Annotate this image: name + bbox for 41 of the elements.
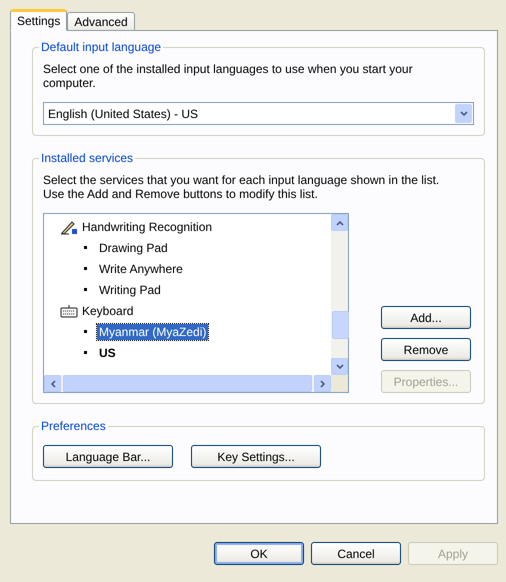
keyboard-icon [60, 304, 78, 318]
dialog-button[interactable]: Language Bar... [43, 445, 173, 468]
chevron-right-icon [320, 380, 326, 388]
chevron-down-icon [460, 110, 468, 116]
scroll-thumb[interactable] [332, 310, 349, 338]
bullet-icon [84, 351, 87, 354]
tree-category[interactable]: Handwriting Recognition [82, 220, 212, 234]
tab[interactable]: Advanced [67, 12, 135, 31]
description-text: Select one of the installed input languages to use when you start your computer. [43, 62, 414, 90]
tree-item[interactable]: US [97, 344, 118, 360]
bullet-icon [84, 330, 87, 333]
scroll-right-button[interactable] [314, 375, 331, 392]
dropdown-button[interactable] [455, 104, 472, 123]
tab[interactable]: Settings [10, 9, 68, 31]
pen-icon [60, 218, 78, 234]
tree-item[interactable]: Write Anywhere [97, 260, 185, 276]
scroll-up-button[interactable] [331, 214, 348, 231]
chevron-up-icon [336, 220, 344, 226]
group-title: Preferences [39, 419, 108, 433]
scroll-down-button[interactable] [331, 358, 348, 375]
dialog-button[interactable]: OK [214, 542, 304, 565]
scrollbar-corner [331, 375, 348, 392]
chevron-left-icon [50, 380, 56, 388]
tree-category[interactable]: Keyboard [82, 304, 134, 318]
tree-item[interactable]: Drawing Pad [97, 240, 170, 256]
language-dropdown[interactable]: English (United States) - US [43, 102, 474, 125]
group-title: Installed services [39, 151, 136, 165]
description-text: Select the services that you want for each input language shown in the list. Use the Add and Remove buttons to modify this list. [43, 173, 440, 201]
dialog-button[interactable]: Add... [381, 306, 471, 329]
dialog-button[interactable]: Key Settings... [191, 445, 321, 468]
bullet-icon [84, 246, 87, 249]
bullet-icon [84, 288, 87, 291]
tree-item[interactable]: Myanmar (MyaZedi) [97, 324, 208, 340]
chevron-down-icon [336, 364, 344, 370]
tree-item[interactable]: Writing Pad [97, 282, 163, 298]
scroll-left-button[interactable] [44, 375, 61, 392]
vertical-scrollbar[interactable] [331, 214, 348, 375]
dialog-button[interactable]: Cancel [311, 542, 401, 565]
bullet-icon [84, 267, 87, 270]
dialog-button[interactable]: Remove [381, 338, 471, 361]
group-title: Default input language [39, 40, 164, 54]
